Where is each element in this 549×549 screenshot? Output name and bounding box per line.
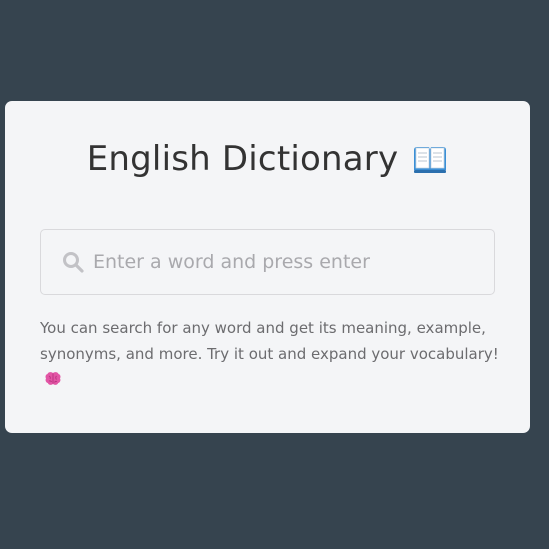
page-title: English Dictionary (86, 139, 399, 179)
title-row: English Dictionary (5, 139, 530, 179)
info-text: You can search for any word and get its … (40, 319, 499, 363)
search-input[interactable] (93, 230, 488, 294)
search-box[interactable] (40, 229, 495, 295)
brain-icon (45, 372, 61, 385)
search-icon (63, 252, 84, 273)
open-book-icon (414, 147, 447, 173)
dictionary-card: English Dictionary You can search for an… (5, 101, 530, 433)
info-text-block: You can search for any word and get its … (40, 315, 500, 393)
